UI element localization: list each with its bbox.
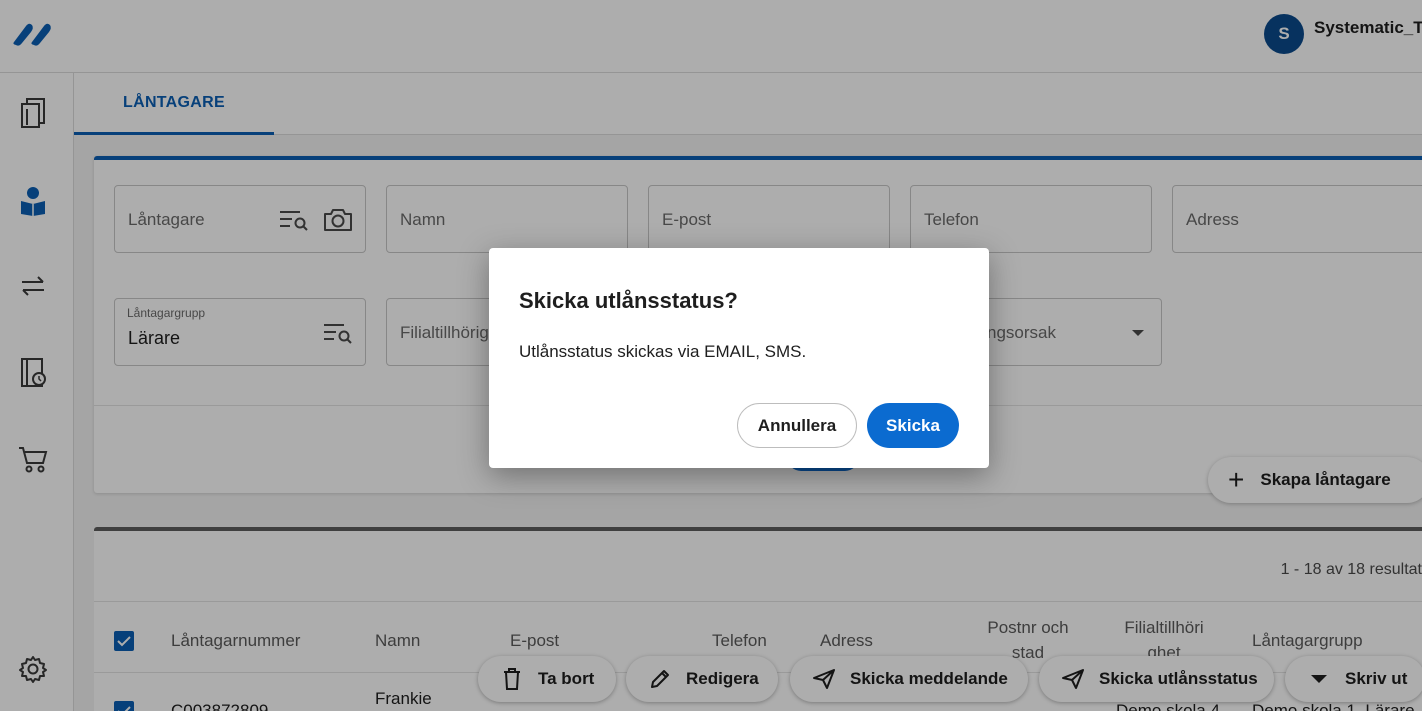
dialog-message: Utlånsstatus skickas via EMAIL, SMS. [519, 342, 807, 361]
cancel-button[interactable]: Annullera [737, 403, 857, 448]
dialog-title: Skicka utlånsstatus? [519, 288, 738, 313]
send-button[interactable]: Skicka [867, 403, 959, 448]
confirm-dialog: Skicka utlånsstatus? Utlånsstatus skicka… [489, 248, 989, 468]
